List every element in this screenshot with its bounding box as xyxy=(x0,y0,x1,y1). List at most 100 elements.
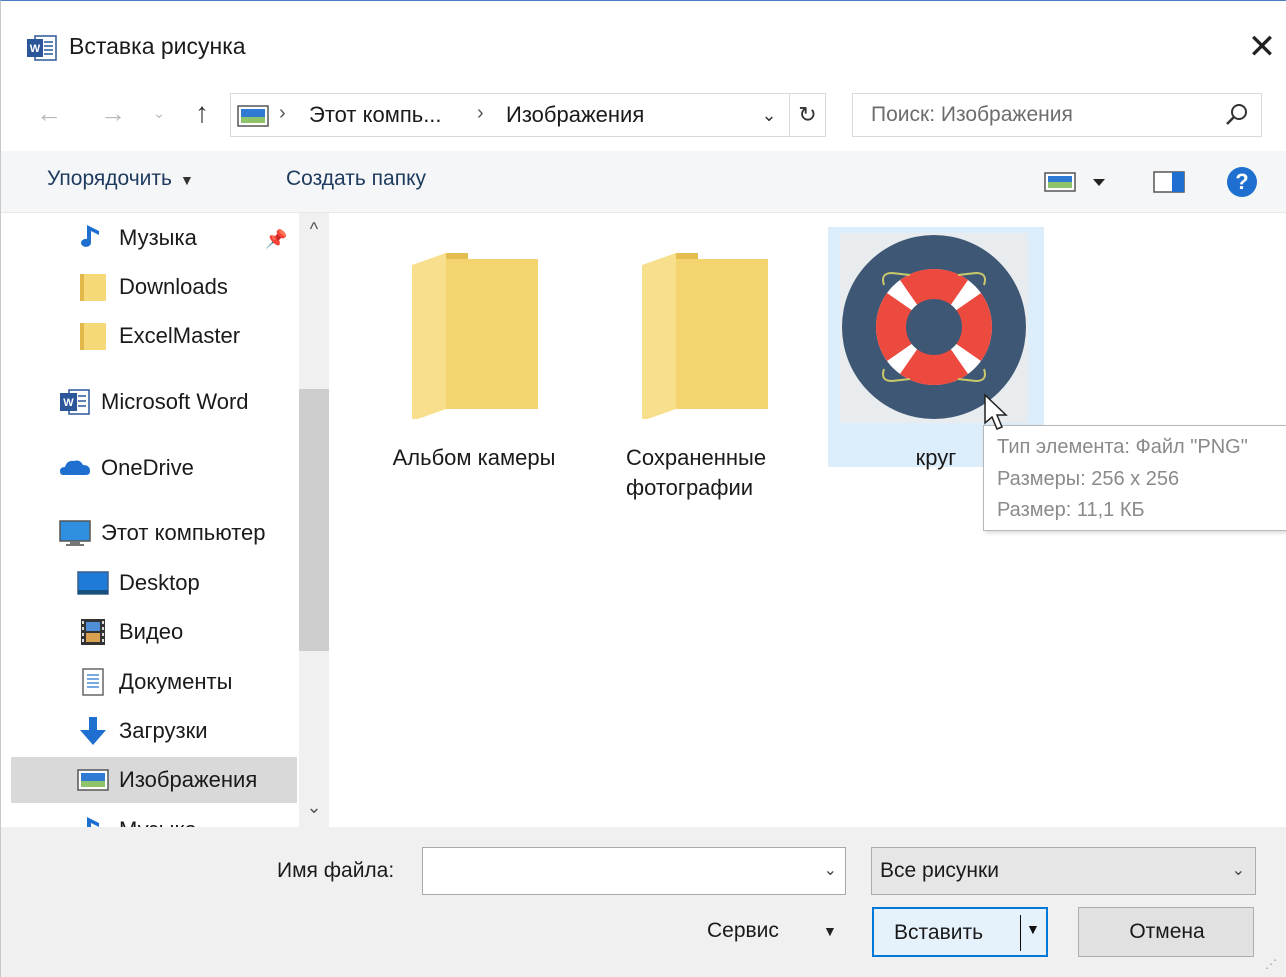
scroll-up-button[interactable]: ^ xyxy=(299,219,329,243)
caret-down-icon: ▼ xyxy=(179,172,194,188)
search-icon[interactable] xyxy=(1223,101,1251,129)
file-name: Альбом камеры xyxy=(392,445,556,470)
window-title: Вставка рисунка xyxy=(69,33,246,59)
refresh-button[interactable]: ↻ xyxy=(789,94,825,136)
mouse-cursor-icon xyxy=(984,393,1008,430)
preview-pane-button[interactable] xyxy=(1152,169,1186,195)
file-name-line: Сохраненные xyxy=(626,445,767,470)
new-folder-button[interactable]: Создать папку xyxy=(286,167,426,191)
video-icon xyxy=(81,619,105,645)
caret-down-icon[interactable]: ▼ xyxy=(1026,921,1040,937)
sidebar-item-label: Microsoft Word xyxy=(101,389,249,414)
file-name: Сохраненные фотографии xyxy=(626,443,842,503)
sidebar-item-label: Desktop xyxy=(119,570,200,595)
sidebar-item-label: Downloads xyxy=(119,274,228,299)
forward-button[interactable]: → xyxy=(93,91,133,135)
word-icon: W xyxy=(60,389,90,415)
search-box[interactable]: Поиск: Изображения xyxy=(852,93,1262,137)
cancel-button[interactable]: Отмена xyxy=(1078,907,1254,957)
documents-icon xyxy=(82,668,104,696)
recent-locations-button[interactable]: ⌄ xyxy=(145,91,173,135)
tooltip-type: Тип элемента: Файл "PNG" xyxy=(997,436,1248,458)
tooltip-dimensions: Размеры: 256 x 256 xyxy=(997,468,1180,490)
forward-arrow-icon: → xyxy=(100,97,126,128)
chevron-down-icon[interactable]: ⌄ xyxy=(824,860,837,880)
file-tile[interactable]: Сохраненные фотографии xyxy=(588,227,804,500)
breadcrumb-this-pc[interactable]: Этот компь... xyxy=(309,102,442,128)
organize-label: Упорядочить xyxy=(47,167,172,190)
filename-combobox[interactable]: ⌄ xyxy=(422,847,846,895)
pin-icon[interactable]: 📌 xyxy=(265,229,287,250)
download-arrow-icon xyxy=(80,717,106,745)
sidebar-item-label: Документы xyxy=(119,669,233,694)
breadcrumb-separator: › xyxy=(279,102,286,124)
cancel-label: Отмена xyxy=(1129,920,1205,943)
sidebar-item-pictures[interactable]: Изображения xyxy=(11,757,297,803)
sidebar-item-label: Изображения xyxy=(119,767,258,792)
file-tile[interactable]: Альбом камеры xyxy=(366,227,582,470)
sidebar-item-this-pc[interactable]: Этот компьютер xyxy=(59,510,297,556)
title-bar: W Вставка рисунка ✕ xyxy=(1,1,1286,93)
sidebar-item-label: Музыка xyxy=(119,817,197,827)
sidebar-item-music[interactable]: Музыка xyxy=(77,215,297,261)
back-arrow-icon: ← xyxy=(36,97,62,128)
tools-button[interactable]: Сервис xyxy=(707,919,779,943)
up-button[interactable]: ↑ xyxy=(183,91,221,135)
dialog-footer: Имя файла: ⌄ Все рисунки ⌄ Сервис ▼ Вста… xyxy=(1,827,1286,977)
back-button[interactable]: ← xyxy=(29,91,69,135)
file-type-value: Все рисунки xyxy=(880,859,999,882)
folder-icon xyxy=(642,253,768,419)
sidebar-item-microsoft-word[interactable]: W Microsoft Word xyxy=(59,379,297,425)
sidebar-item-label: Музыка xyxy=(119,225,197,250)
filename-field[interactable] xyxy=(423,848,803,892)
sidebar-item-label: OneDrive xyxy=(101,455,194,480)
breadcrumb-pictures[interactable]: Изображения xyxy=(506,102,644,128)
resize-grip-icon[interactable]: ⋰ xyxy=(1265,957,1277,971)
sidebar-item-downloads-ru[interactable]: Загрузки xyxy=(77,708,297,754)
navigation-scrollbar[interactable]: ^ ⌄ xyxy=(299,213,329,827)
up-arrow-icon: ↑ xyxy=(195,97,209,128)
sidebar-item-video[interactable]: Видео xyxy=(77,609,297,655)
sidebar-item-music-2[interactable]: Музыка xyxy=(77,807,297,827)
sidebar-item-excelmaster[interactable]: ExcelMaster xyxy=(77,313,297,359)
breadcrumb-separator: › xyxy=(477,102,484,124)
computer-icon xyxy=(59,520,91,546)
insert-button[interactable]: Вставить ▼ xyxy=(872,907,1048,957)
sidebar-item-label: Видео xyxy=(119,619,184,644)
word-icon: W xyxy=(27,35,57,61)
address-history-button[interactable]: ⌄ xyxy=(751,100,787,130)
scroll-thumb[interactable] xyxy=(299,389,329,651)
sidebar-item-desktop[interactable]: Desktop xyxy=(77,560,297,606)
insert-label: Вставить xyxy=(894,921,984,944)
file-type-filter[interactable]: Все рисунки ⌄ xyxy=(871,847,1256,895)
filename-label: Имя файла: xyxy=(277,859,395,882)
pictures-icon xyxy=(237,105,269,127)
sidebar-item-label: Этот компьютер xyxy=(101,520,266,545)
chevron-down-icon: ⌄ xyxy=(761,104,777,125)
music-icon xyxy=(81,225,99,247)
svg-text:W: W xyxy=(63,397,74,409)
change-view-button[interactable] xyxy=(1043,169,1113,195)
folder-icon xyxy=(412,253,538,419)
sidebar-item-label: Загрузки xyxy=(119,718,208,743)
search-input[interactable]: Поиск: Изображения xyxy=(871,103,1073,127)
svg-text:W: W xyxy=(30,43,41,55)
cloud-icon xyxy=(60,460,90,475)
folder-icon xyxy=(80,274,106,301)
chevron-down-icon: ⌄ xyxy=(1231,862,1245,879)
close-button[interactable]: ✕ xyxy=(1237,21,1286,73)
scroll-down-button[interactable]: ⌄ xyxy=(299,797,329,821)
tooltip-size: Размер: 11,1 КБ xyxy=(997,499,1145,521)
sidebar-item-downloads[interactable]: Downloads xyxy=(77,264,297,310)
insert-picture-dialog: W Вставка рисунка ✕ ← → ⌄ ↑ › Этот компь… xyxy=(0,0,1286,977)
organize-button[interactable]: Упорядочить ▼ xyxy=(47,167,194,191)
sidebar-item-onedrive[interactable]: OneDrive xyxy=(59,445,297,491)
caret-down-icon xyxy=(1093,179,1105,186)
address-bar[interactable]: › Этот компь... › Изображения ⌄ ↻ xyxy=(230,93,826,137)
sidebar-item-label: ExcelMaster xyxy=(119,323,241,348)
close-icon: ✕ xyxy=(1247,28,1277,66)
help-button[interactable]: ? xyxy=(1227,167,1257,197)
caret-down-icon[interactable]: ▼ xyxy=(823,923,837,939)
file-info-tooltip: Тип элемента: Файл "PNG" Размеры: 256 x … xyxy=(983,425,1286,531)
sidebar-item-documents[interactable]: Документы xyxy=(77,659,297,705)
